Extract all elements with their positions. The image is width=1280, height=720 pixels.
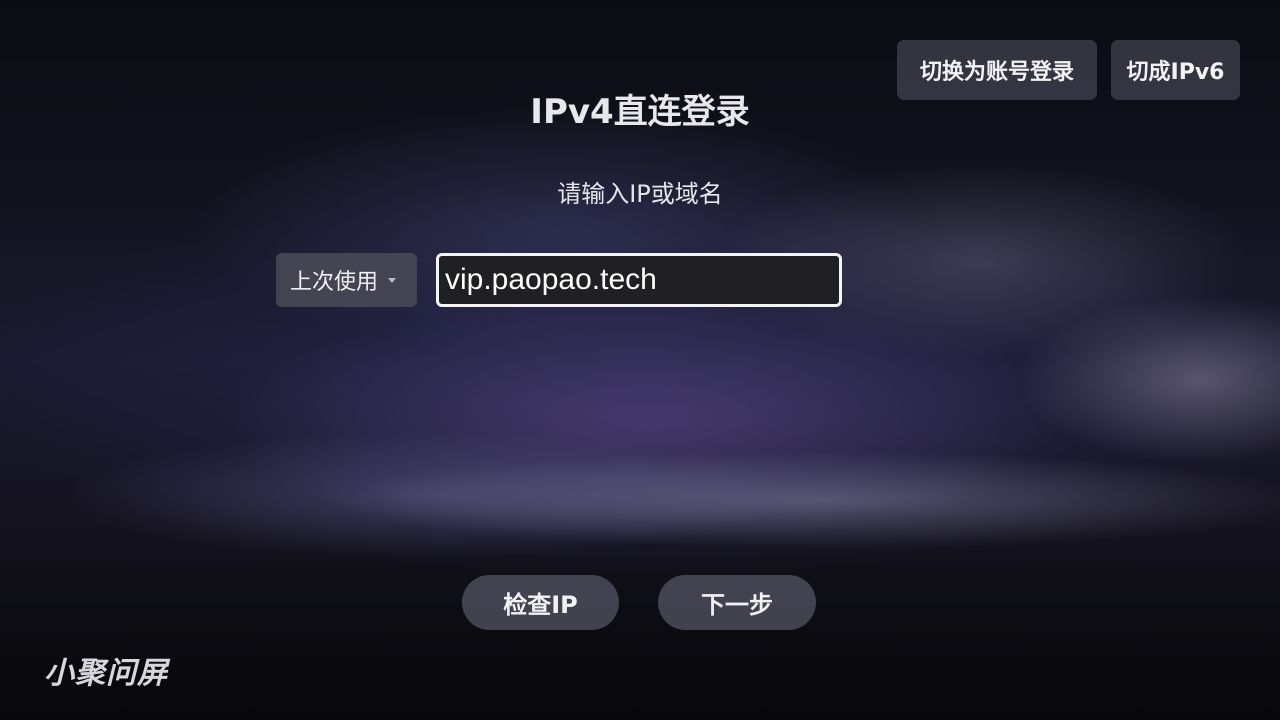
input-prompt: 请输入IP或域名 (557, 180, 723, 208)
page-title: IPv4直连登录 (530, 92, 750, 132)
brand-logo: 小聚问屏 (44, 656, 168, 691)
history-dropdown-label: 上次使用 (290, 270, 379, 295)
background-shade (0, 550, 1280, 720)
history-dropdown-button[interactable]: 上次使用 (276, 253, 417, 307)
ip-domain-input[interactable] (436, 253, 842, 307)
caret-down-icon (388, 277, 397, 283)
next-step-button[interactable]: 下一步 (658, 575, 816, 630)
login-screen: 切换为账号登录 切成IPv6 IPv4直连登录 请输入IP或域名 上次使用 检查… (0, 0, 1280, 720)
check-ip-button[interactable]: 检查IP (462, 575, 619, 630)
